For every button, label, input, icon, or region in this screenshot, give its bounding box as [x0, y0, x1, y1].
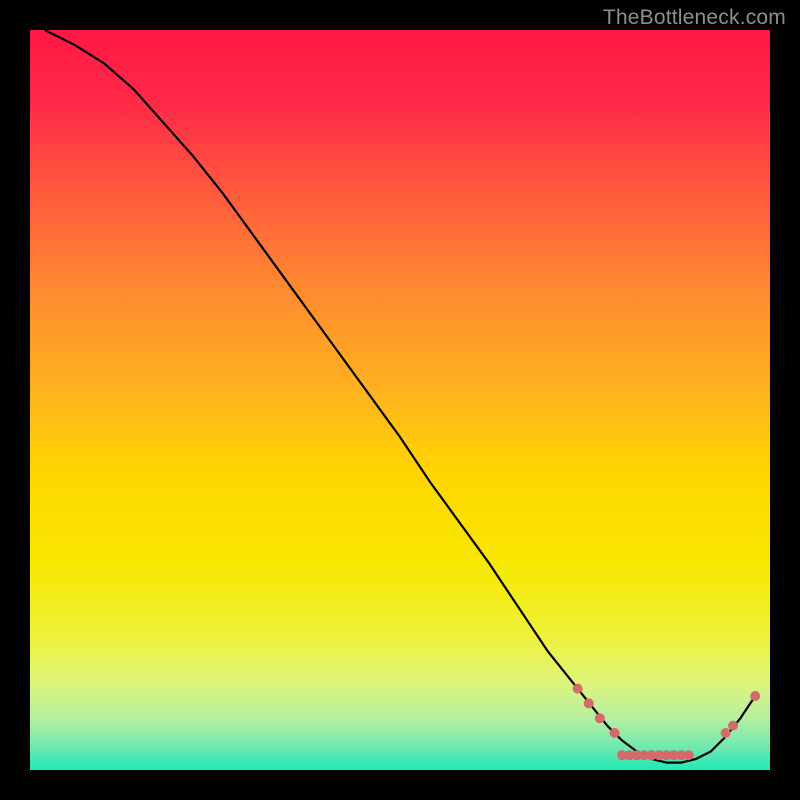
data-marker — [728, 721, 738, 731]
data-marker — [610, 728, 620, 738]
data-marker — [573, 684, 583, 694]
data-marker — [684, 750, 694, 760]
data-marker — [721, 728, 731, 738]
data-marker — [750, 691, 760, 701]
chart-container: TheBottleneck.com — [0, 0, 800, 800]
attribution-text: TheBottleneck.com — [603, 6, 786, 30]
data-marker — [595, 713, 605, 723]
data-marker — [584, 698, 594, 708]
plot-background — [30, 30, 770, 770]
bottleneck-chart — [0, 0, 800, 800]
